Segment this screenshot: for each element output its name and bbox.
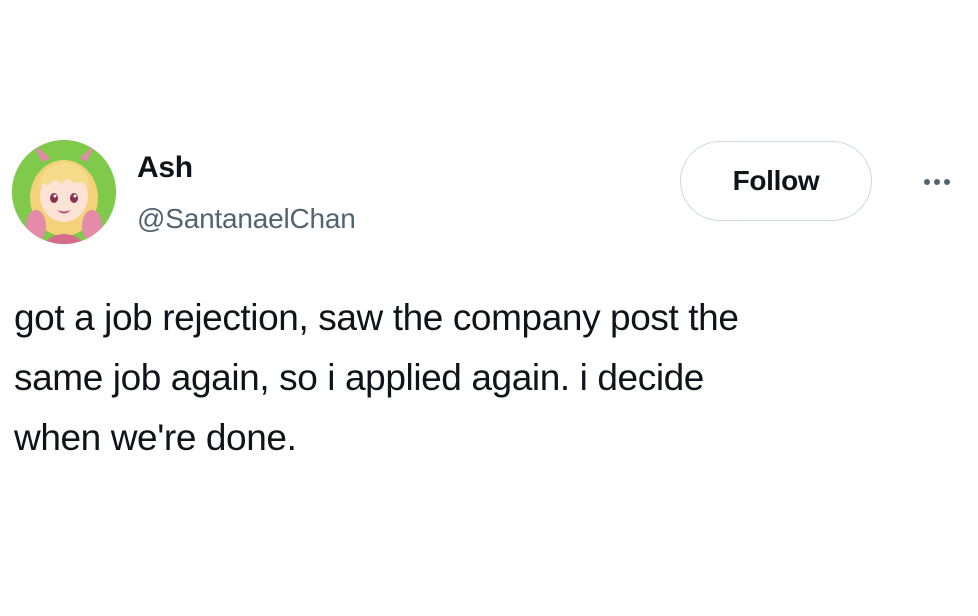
more-options-icon[interactable] xyxy=(912,162,962,202)
more-dot xyxy=(924,179,930,185)
display-name[interactable]: Ash xyxy=(137,148,193,188)
more-dot xyxy=(944,179,950,185)
more-dot xyxy=(934,179,940,185)
follow-button[interactable]: Follow xyxy=(680,141,872,221)
tweet-card: Ash @SantanaelChan Follow got a job reje… xyxy=(0,0,978,616)
tweet-text-line: got a job rejection, saw the company pos… xyxy=(14,297,739,338)
tweet-text: got a job rejection, saw the company pos… xyxy=(14,288,964,468)
tweet-text-line: when we're done. xyxy=(14,417,297,458)
user-handle[interactable]: @SantanaelChan xyxy=(137,200,356,238)
avatar[interactable] xyxy=(12,140,116,244)
anime-avatar-icon xyxy=(12,140,116,244)
tweet-text-line: same job again, so i applied again. i de… xyxy=(14,357,704,398)
